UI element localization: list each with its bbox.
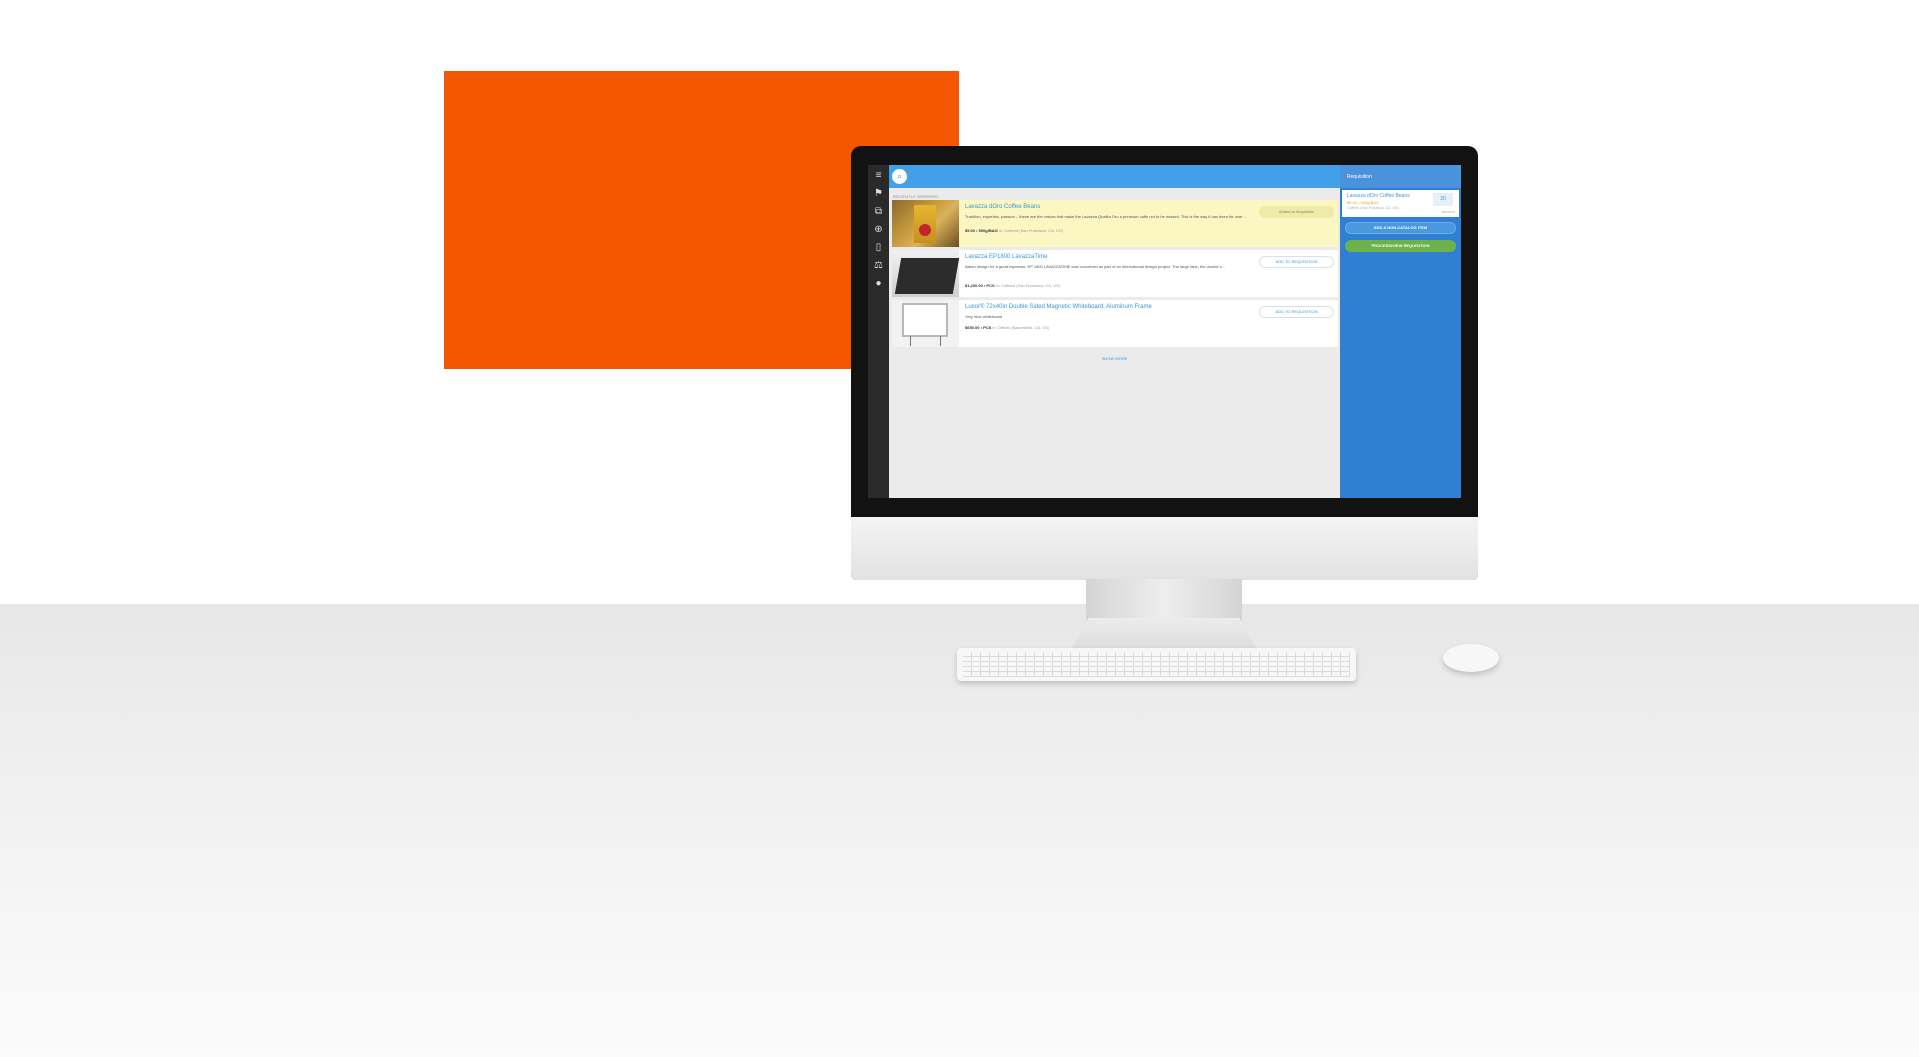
item-description: Very nice whiteboard (965, 314, 1003, 319)
requisition-panel: Requisition Lavazza dOro Coffee Beans $5… (1340, 165, 1461, 498)
left-navigation-rail: ≡ ⚑ ⧉ ⊕ ▯ ⚖ ● (868, 165, 889, 498)
item-price: $1,200.00 • PCS (965, 283, 995, 288)
monitor-stand (1086, 579, 1242, 621)
top-bar: ⌕ (889, 165, 1340, 188)
globe-icon[interactable]: ⊕ (872, 223, 885, 236)
list-item[interactable]: Lavazza EP1800 LavazzaTime Italian desig… (892, 250, 1338, 297)
main-content: ⌕ RECENTLY ORDERED Lavazza dOro Coffee B… (889, 165, 1340, 498)
requisition-header: Requisition (1340, 165, 1461, 188)
item-location: Coffeed (San Francisco, CA, US) (1001, 283, 1060, 288)
item-price: $5.00 • 500g/BAG (965, 228, 998, 233)
item-location-prefix: in: (992, 325, 997, 330)
added-to-requisition-badge: Added to requisition (1259, 206, 1334, 218)
whiteboard-image (892, 300, 959, 347)
item-location-prefix: in: (995, 283, 1001, 288)
menu-icon[interactable]: ≡ (872, 169, 885, 182)
item-title[interactable]: Lavazza EP1800 LavazzaTime (965, 254, 1048, 260)
item-location-prefix: in: (998, 228, 1004, 233)
item-meta: $1,200.00 • PCS in: Coffeed (San Francis… (965, 283, 1295, 288)
coffee-beans-image (892, 200, 959, 247)
item-meta: $5.00 • 500g/BAG in: Coffeed (San Franci… (965, 228, 1295, 233)
item-meta: $650.00 • PCS in: Offices (Bakersfield, … (965, 325, 1295, 330)
item-location: Coffeed (San Francisco, CA, US) (1004, 228, 1064, 233)
remove-link[interactable]: REMOVE (1442, 210, 1455, 214)
monitor: ≡ ⚑ ⧉ ⊕ ▯ ⚖ ● ⌕ RECENTLY ORDERED Lavazza… (851, 146, 1478, 580)
monitor-chin (851, 517, 1478, 580)
requisition-item: Lavazza dOro Coffee Beans $5.00 • 500g/B… (1342, 190, 1459, 217)
item-description: Italian design for a great espresso. EP … (965, 264, 1225, 269)
requisition-item-location: Coffeed (San Francisco, CA, US) (1347, 206, 1399, 210)
item-title[interactable]: Lavazza dOro Coffee Beans (965, 204, 1040, 210)
show-more-link[interactable]: SHOW MORE (889, 356, 1340, 361)
item-location: Offices (Bakersfield, CA, US) (997, 325, 1050, 330)
add-to-requisition-button[interactable]: ADD TO REQUISITION (1259, 306, 1334, 318)
keyboard (957, 648, 1356, 681)
item-title[interactable]: Luxor® 72x40in Double Sided Magnetic Whi… (965, 304, 1152, 310)
quantity-field[interactable]: 20 (1433, 193, 1453, 206)
item-price: $650.00 • PCS (965, 325, 992, 330)
requisition-item-price: $5.00 • 500g/BAG (1347, 200, 1380, 205)
user-icon[interactable]: ● (872, 277, 885, 290)
item-description: Tradition, expertise, passion – these ar… (965, 214, 1248, 219)
app-screen: ≡ ⚑ ⧉ ⊕ ▯ ⚖ ● ⌕ RECENTLY ORDERED Lavazza… (868, 165, 1461, 498)
tags-icon[interactable]: ⧉ (872, 205, 885, 218)
flag-icon[interactable]: ⚑ (872, 187, 885, 200)
balance-icon[interactable]: ⚖ (872, 259, 885, 272)
process-requisition-button[interactable]: PROCESS/VIEW REQUISITION (1345, 240, 1456, 252)
requisition-title: Requisition (1347, 174, 1372, 180)
list-item[interactable]: Luxor® 72x40in Double Sided Magnetic Whi… (892, 300, 1338, 347)
section-label: RECENTLY ORDERED (893, 194, 939, 199)
add-non-catalog-item-button[interactable]: ADD A NON-CATALOG ITEM (1345, 222, 1456, 234)
search-icon[interactable]: ⌕ (892, 169, 907, 184)
mouse (1443, 644, 1499, 672)
monitor-stand-base (1070, 618, 1258, 651)
list-item[interactable]: Lavazza dOro Coffee Beans Tradition, exp… (892, 200, 1338, 247)
coffee-machine-image (892, 250, 959, 297)
requisition-item-name[interactable]: Lavazza dOro Coffee Beans (1347, 193, 1410, 199)
document-icon[interactable]: ▯ (872, 241, 885, 254)
add-to-requisition-button[interactable]: ADD TO REQUISITION (1259, 256, 1334, 268)
